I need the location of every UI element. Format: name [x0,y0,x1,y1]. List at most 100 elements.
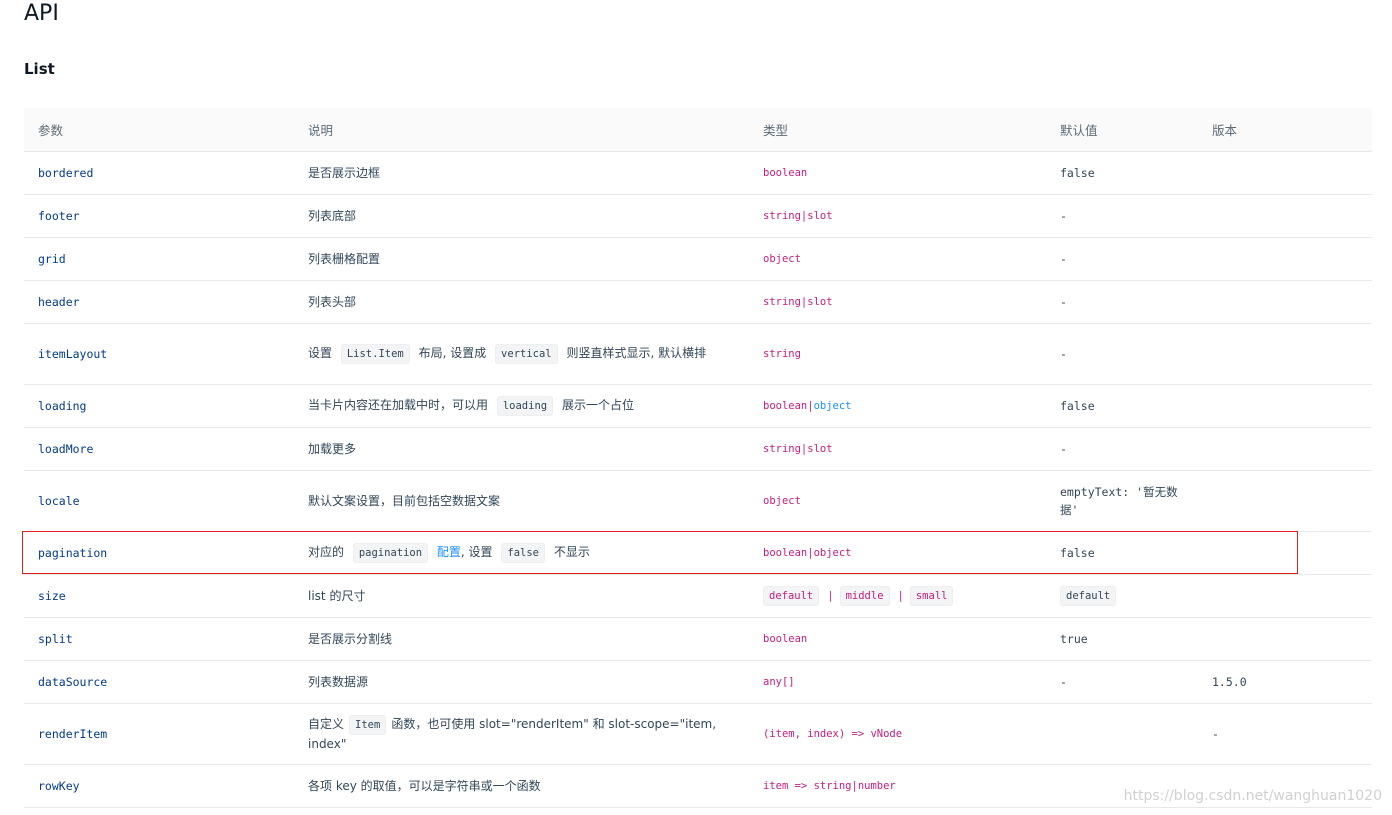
type-separator: | [827,590,834,602]
param-type: boolean [749,151,1046,195]
param-name: rowKey [24,764,294,808]
param-type: string|slot [749,280,1046,324]
param-default: emptyText: '暂无数据' [1046,470,1198,532]
param-desc: 当卡片内容还在加载中时，可以用 loading 展示一个占位 [294,384,749,428]
param-default: - [1046,427,1198,471]
param-type: string|slot [749,194,1046,238]
col-header-desc: 说明 [294,108,749,152]
param-type: boolean|object [749,531,1046,575]
desc-text: 展示一个占位 [561,398,634,412]
param-name: pagination [24,531,294,575]
default-code: default [1060,586,1117,606]
param-default: false [1046,531,1198,575]
inline-code: vertical [495,344,558,364]
param-version [1198,194,1372,238]
inline-code: Item [349,715,387,735]
config-link[interactable]: 配置 [437,545,461,559]
param-type: boolean|object [749,384,1046,428]
param-type: default | middle | small [749,574,1046,618]
param-desc: 默认文案设置，目前包括空数据文案 [294,470,749,532]
type-code: default [763,586,820,606]
param-type: string|slot [749,427,1046,471]
param-type: boolean [749,617,1046,661]
param-default: - [1046,280,1198,324]
param-name: footer [24,194,294,238]
param-version: - [1198,703,1372,765]
param-desc: 对应的 pagination 配置, 设置 false 不显示 [294,531,749,575]
param-desc: 列表底部 [294,194,749,238]
type-code: small [909,586,954,606]
inline-code: loading [496,396,554,416]
param-type: (item, index) => vNode [749,703,1046,765]
param-version [1198,531,1372,575]
param-desc: 是否展示分割线 [294,617,749,661]
param-name: itemLayout [24,323,294,385]
desc-text: 则竖直样式显示, 默认横排 [566,346,707,360]
desc-text: 布局, 设置成 [418,346,487,360]
desc-text: , 设置 [460,545,493,559]
param-name: bordered [24,151,294,195]
watermark: https://blog.csdn.net/wanghuan1020 [1123,788,1382,804]
col-header-default: 默认值 [1046,108,1198,152]
param-version [1198,280,1372,324]
param-default: false [1046,151,1198,195]
table-row: grid 列表栅格配置 object - [24,237,1372,281]
desc-text: 对应的 [308,545,345,559]
param-version [1198,237,1372,281]
param-version [1198,617,1372,661]
param-type: any[] [749,660,1046,704]
page-title: API [24,1,59,26]
section-title: List [24,60,55,78]
col-header-param: 参数 [24,108,294,152]
param-default: default [1046,574,1198,618]
param-default: false [1046,384,1198,428]
param-name: loadMore [24,427,294,471]
param-name: header [24,280,294,324]
inline-code: pagination [352,543,429,563]
table-row: split 是否展示分割线 boolean true [24,617,1372,661]
type-link[interactable]: object [814,400,852,412]
inline-code: List.Item [340,344,410,364]
param-name: renderItem [24,703,294,765]
table-row: loading 当卡片内容还在加载中时，可以用 loading 展示一个占位 b… [24,384,1372,428]
desc-text: 不显示 [553,545,590,559]
inline-code: false [501,543,545,563]
param-type: item => string|number [749,764,1046,808]
table-header-row: 参数 说明 类型 默认值 版本 [24,108,1372,152]
param-name: locale [24,470,294,532]
param-type: string [749,323,1046,385]
param-default: true [1046,617,1198,661]
param-version: 1.5.0 [1198,660,1372,704]
table-row: dataSource 列表数据源 any[] - 1.5.0 [24,660,1372,704]
param-name: size [24,574,294,618]
col-header-version: 版本 [1198,108,1372,152]
desc-text: 自定义 [308,717,345,731]
param-default: - [1046,194,1198,238]
type-separator: | [897,590,904,602]
param-default [1046,703,1198,765]
param-type: object [749,470,1046,532]
table-row: locale 默认文案设置，目前包括空数据文案 object emptyText… [24,470,1372,532]
param-name: split [24,617,294,661]
param-desc: 列表头部 [294,280,749,324]
param-desc: 列表栅格配置 [294,237,749,281]
table-row: size list 的尺寸 default | middle | small defau… [24,574,1372,618]
param-name: grid [24,237,294,281]
param-default: - [1046,660,1198,704]
param-desc: 自定义 Item 函数，也可使用 slot="renderItem" 和 slot-… [294,703,749,765]
param-desc: 列表数据源 [294,660,749,704]
table-row: bordered 是否展示边框 boolean false [24,151,1372,195]
param-version [1198,574,1372,618]
param-desc: 加载更多 [294,427,749,471]
param-version [1198,427,1372,471]
param-default: - [1046,237,1198,281]
param-name: dataSource [24,660,294,704]
param-default: - [1046,323,1198,385]
param-desc: 设置 List.Item 布局, 设置成 vertical 则竖直样式显示, 默… [294,323,749,385]
table-row: itemLayout 设置 List.Item 布局, 设置成 vertical… [24,323,1372,385]
table-row: loadMore 加载更多 string|slot - [24,427,1372,471]
table-row: renderItem 自定义 Item 函数，也可使用 slot="renderIt… [24,703,1372,765]
api-table: 参数 说明 类型 默认值 版本 bordered 是否展示边框 boolean … [24,108,1372,808]
param-version [1198,470,1372,532]
table-row: footer 列表底部 string|slot - [24,194,1372,238]
